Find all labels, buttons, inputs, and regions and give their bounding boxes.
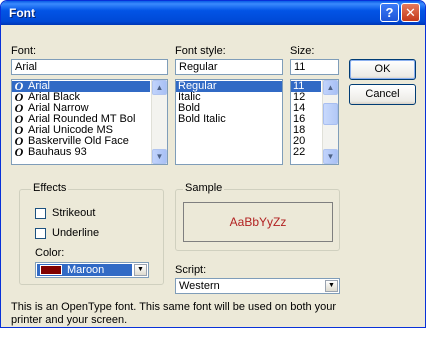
script-select[interactable]: Western ▼ [175, 278, 340, 294]
font-description: This is an OpenType font. This same font… [11, 301, 336, 327]
font-item[interactable]: O Bauhaus 93 [12, 145, 150, 159]
scroll-down-button[interactable]: ▼ [323, 149, 338, 164]
dropdown-arrow-icon: ▼ [328, 282, 335, 289]
font-style-value: Regular [179, 61, 218, 73]
script-dropdown-button[interactable]: ▼ [325, 280, 338, 292]
cancel-button[interactable]: Cancel [349, 84, 416, 105]
help-icon: ? [385, 5, 394, 20]
font-size-value: 11 [294, 61, 306, 73]
script-label: Script: [175, 264, 207, 276]
font-name-input[interactable]: Arial [11, 59, 168, 75]
size-item[interactable]: 22 [291, 147, 321, 158]
underline-checkbox[interactable] [35, 227, 46, 239]
size-item-label: 22 [293, 146, 306, 158]
font-list[interactable]: O Arial O Arial Black O Arial Narrow O Arial Ro… [11, 79, 168, 165]
underline-checkbox-row[interactable]: Underline [35, 227, 99, 239]
opentype-font-icon: O [14, 145, 24, 159]
script-select-value: Western [179, 280, 220, 292]
chevron-down-icon: ▼ [155, 152, 164, 161]
chevron-down-icon: ▼ [326, 152, 335, 161]
style-item[interactable]: Bold Italic [176, 114, 282, 125]
color-dropdown-button[interactable]: ▼ [134, 264, 147, 276]
strikeout-label: Strikeout [52, 207, 96, 219]
strikeout-checkbox[interactable] [35, 207, 46, 219]
color-select-value: Maroon [67, 264, 105, 276]
color-swatch [40, 265, 62, 275]
size-list-scrollbar[interactable]: ▲ ▼ [322, 80, 338, 164]
scroll-thumb[interactable] [323, 103, 338, 125]
font-style-input[interactable]: Regular [175, 59, 283, 75]
font-dialog: Font ? ✕ Font: Arial O Arial O Arial Black O… [0, 0, 426, 328]
sample-text: AaBbYyZz [229, 215, 287, 229]
font-name-value: Arial [15, 61, 38, 73]
style-label: Font style: [175, 45, 226, 57]
font-item-label: Bauhaus 93 [28, 146, 87, 158]
scroll-up-button[interactable]: ▲ [152, 80, 167, 95]
color-select[interactable]: Maroon ▼ [35, 262, 149, 278]
ok-button[interactable]: OK [349, 59, 416, 80]
chevron-up-icon: ▲ [326, 83, 335, 92]
size-label: Size: [290, 45, 315, 57]
description-line-2: printer and your screen. [11, 314, 128, 326]
underline-label: Underline [52, 227, 100, 239]
close-button[interactable]: ✕ [401, 3, 420, 22]
effects-label: Effects [31, 182, 69, 194]
color-label: Color: [35, 247, 65, 259]
style-item-label: Bold Italic [178, 113, 226, 125]
font-size-list[interactable]: 11 12 14 16 18 20 22 ▲ ▼ [290, 79, 339, 165]
font-size-input[interactable]: 11 [290, 59, 339, 75]
help-button[interactable]: ? [380, 3, 399, 22]
dropdown-arrow-icon: ▼ [137, 266, 144, 273]
chevron-up-icon: ▲ [155, 83, 164, 92]
description-line-1: This is an OpenType font. This same font… [11, 301, 337, 313]
close-icon: ✕ [405, 5, 416, 20]
sample-preview: AaBbYyZz [183, 202, 333, 242]
scroll-up-button[interactable]: ▲ [323, 80, 338, 95]
title-bar[interactable]: Font ? ✕ [1, 1, 425, 25]
window-title: Font [9, 6, 35, 20]
scroll-down-button[interactable]: ▼ [152, 149, 167, 164]
font-list-scrollbar[interactable]: ▲ ▼ [151, 80, 167, 164]
font-style-list[interactable]: Regular Italic Bold Bold Italic [175, 79, 283, 165]
sample-label: Sample [183, 182, 225, 194]
font-label: Font: [11, 45, 37, 57]
strikeout-checkbox-row[interactable]: Strikeout [35, 207, 95, 219]
color-select-current: Maroon [37, 264, 132, 276]
